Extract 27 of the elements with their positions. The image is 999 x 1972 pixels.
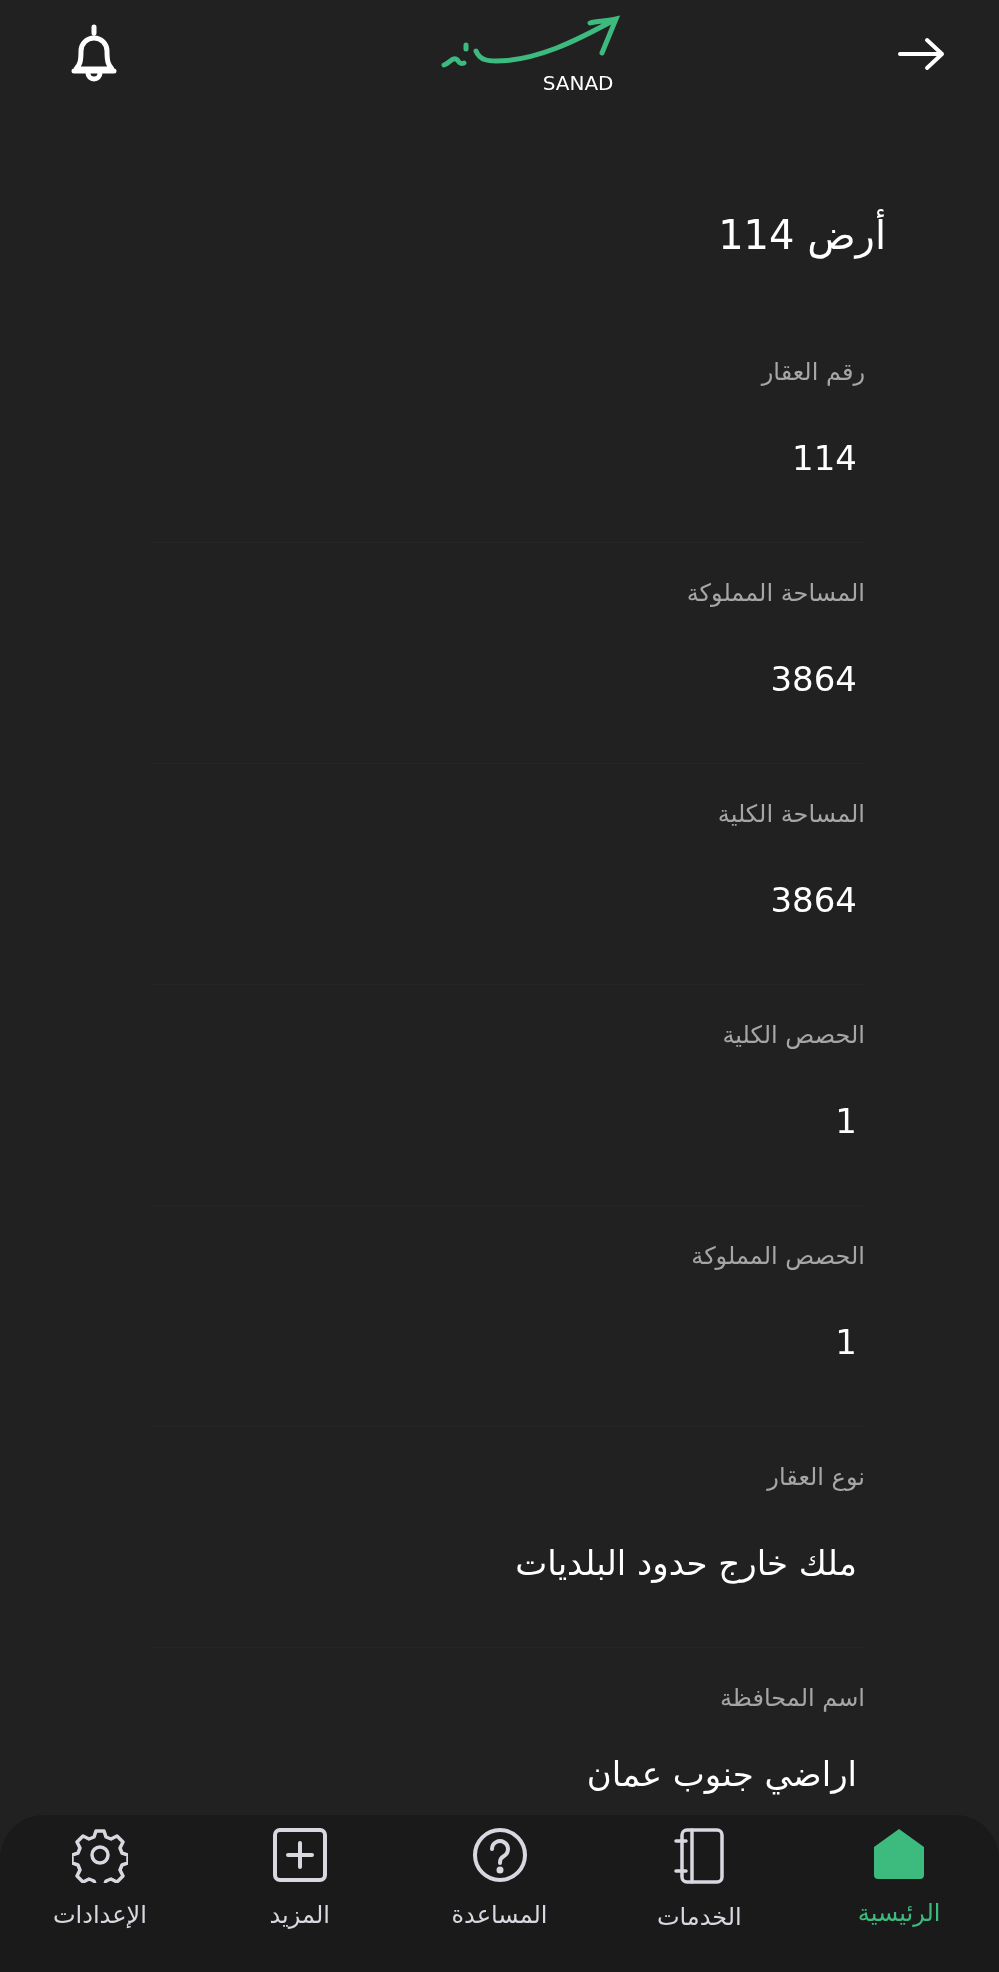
help-icon xyxy=(471,1827,528,1883)
nav-tab[interactable]: المساعدة xyxy=(399,1815,600,1972)
settings-icon xyxy=(71,1827,128,1883)
field-value: 114 xyxy=(792,437,857,480)
add-icon xyxy=(271,1827,328,1883)
field-value: 3864 xyxy=(770,658,857,701)
logo-text: SANAD xyxy=(542,71,614,95)
field-value: 3864 xyxy=(770,879,857,922)
back-arrow-icon[interactable] xyxy=(897,37,945,71)
field-label: المساحة الكلية xyxy=(717,799,865,830)
field-label: نوع العقار xyxy=(767,1462,865,1493)
notebook-icon xyxy=(672,1827,727,1885)
field-label: اسم المحافظة xyxy=(719,1683,865,1714)
field-value: اراضي جنوب عمان xyxy=(586,1754,857,1794)
field-label: المساحة المملوكة xyxy=(686,578,865,609)
field-label: رقم العقار xyxy=(761,357,865,388)
field-value: ملك خارج حدود البلديات xyxy=(515,1542,857,1586)
field-value: 1 xyxy=(835,1100,857,1143)
nav-tab[interactable]: المزيد xyxy=(199,1815,400,1972)
page-title: أرض 114 xyxy=(0,130,999,322)
nav-tab[interactable]: الإعدادات xyxy=(0,1815,200,1972)
field-label: الحصص الكلية xyxy=(722,1020,865,1051)
home-icon xyxy=(872,1827,927,1881)
field-value: 1 xyxy=(835,1321,857,1364)
field-label: الحصص المملوكة xyxy=(691,1241,865,1272)
nav-tab[interactable]: الخدمات xyxy=(599,1815,800,1972)
nav-tab[interactable]: الرئيسية xyxy=(799,1815,999,1972)
